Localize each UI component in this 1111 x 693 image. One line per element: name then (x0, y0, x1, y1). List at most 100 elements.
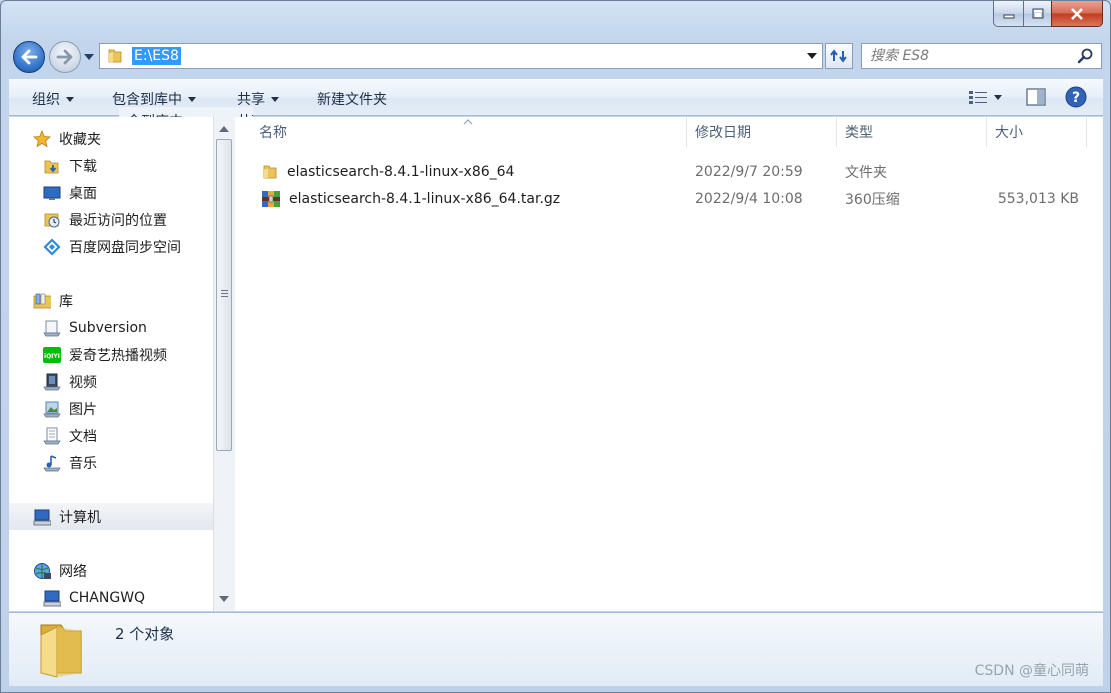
minimize-button[interactable] (993, 1, 1023, 27)
sidebar-item-label: 视频 (69, 374, 97, 391)
sidebar-item-baidu-sync[interactable]: 百度网盘同步空间 (9, 233, 213, 260)
forward-button[interactable] (49, 41, 81, 73)
file-list: 名称 修改日期 类型 大小 elasticsearch-8.4.1-linux-… (235, 117, 1103, 611)
file-date: 2022/9/7 20:59 (695, 163, 803, 180)
address-dropdown[interactable] (804, 48, 820, 64)
column-header-name[interactable]: 名称 (235, 117, 687, 147)
column-type-label: 类型 (845, 125, 873, 141)
archive-icon (262, 190, 280, 207)
file-name: elasticsearch-8.4.1-linux-x86_64.tar.gz (289, 190, 561, 207)
organize-menu[interactable]: 组织 (32, 89, 74, 109)
navigation-pane: 收藏夹 下载 桌面 最近访问的位置 百度网盘同步空间 库 Subversion … (9, 117, 213, 611)
sidebar-network[interactable]: 网络 (9, 557, 213, 584)
share-menu[interactable]: 共享 (237, 89, 279, 109)
table-row[interactable]: elasticsearch-8.4.1-linux-x86_64 2022/9/… (235, 158, 1103, 185)
sidebar-libraries[interactable]: 库 (9, 287, 213, 314)
sidebar-item-downloads[interactable]: 下载 (9, 152, 213, 179)
folder-icon (104, 45, 126, 67)
column-header-size[interactable]: 大小 (987, 117, 1087, 147)
chevron-down-icon (188, 96, 196, 102)
sidebar-item-computer[interactable]: 计算机 (9, 503, 213, 530)
sidebar-item-label: 计算机 (59, 509, 101, 526)
sidebar-item-label: Subversion (69, 319, 147, 336)
svg-text:?: ? (1072, 90, 1080, 106)
column-header-type[interactable]: 类型 (837, 117, 987, 147)
scroll-down-icon[interactable] (218, 593, 230, 605)
file-date: 2022/9/4 10:08 (695, 190, 803, 207)
refresh-icon (830, 49, 847, 63)
table-row[interactable]: elasticsearch-8.4.1-linux-x86_64.tar.gz … (235, 185, 1103, 212)
include-in-library-label: 包含到库中 (112, 92, 182, 108)
share-label: 共享 (237, 92, 265, 108)
libraries-label: 库 (59, 293, 73, 310)
close-icon (1071, 7, 1083, 20)
new-folder-label: 新建文件夹 (317, 92, 387, 108)
sidebar-item-iqiyi[interactable]: iQIYI 爱奇艺热播视频 (9, 341, 213, 368)
iqiyi-icon: iQIYI (43, 346, 61, 364)
folder-icon (263, 165, 277, 178)
organize-label: 组织 (32, 92, 60, 108)
star-icon (33, 129, 51, 148)
music-library-icon (43, 454, 61, 472)
close-button[interactable] (1051, 1, 1103, 27)
scroll-up-icon[interactable] (218, 123, 230, 135)
navigation-scrollbar[interactable] (213, 117, 235, 611)
back-button[interactable] (13, 41, 45, 73)
caption-buttons (993, 1, 1103, 27)
address-bar[interactable]: E:\ES8 (99, 43, 823, 69)
sidebar-item-changwq[interactable]: CHANGWQ (9, 584, 213, 611)
column-headers: 名称 修改日期 类型 大小 (235, 117, 1103, 147)
video-library-icon (43, 373, 61, 391)
sidebar-item-recent-places[interactable]: 最近访问的位置 (9, 206, 213, 233)
search-box (861, 43, 1102, 69)
sidebar-item-label: 文档 (69, 428, 97, 445)
file-type: 文件夹 (845, 164, 887, 181)
chevron-down-icon (807, 53, 817, 59)
change-view-button[interactable] (963, 86, 1007, 108)
maximize-button[interactable] (1023, 1, 1051, 27)
network-icon (33, 562, 51, 580)
chevron-down-icon (994, 94, 1002, 100)
downloads-folder-icon (43, 157, 61, 175)
file-name-cell: elasticsearch-8.4.1-linux-x86_64 (261, 163, 514, 181)
sidebar-item-subversion[interactable]: Subversion (9, 314, 213, 341)
help-button[interactable]: ? (1065, 86, 1087, 108)
folder-icon (40, 624, 82, 678)
file-size: 553,013 KB (997, 190, 1079, 207)
file-type: 360压缩 (845, 191, 900, 208)
refresh-button[interactable] (825, 43, 853, 69)
view-controls: ? (963, 86, 1087, 108)
new-folder-button[interactable]: 新建文件夹 (317, 89, 387, 109)
sidebar-item-label: 最近访问的位置 (69, 212, 167, 229)
preview-pane-button[interactable] (1025, 86, 1047, 108)
sidebar-item-videos[interactable]: 视频 (9, 368, 213, 395)
file-name: elasticsearch-8.4.1-linux-x86_64 (287, 163, 515, 180)
explorer-window: E:\ES8 组织 包含到库中 共享 新建文件夹 (0, 0, 1111, 693)
recent-places-icon (43, 211, 61, 229)
details-view-icon (969, 91, 987, 104)
preview-pane-icon (1026, 88, 1046, 106)
arrow-left-icon (21, 49, 38, 65)
svg-text:iQIYI: iQIYI (44, 353, 60, 360)
sidebar-item-desktop[interactable]: 桌面 (9, 179, 213, 206)
sidebar-item-label: 音乐 (69, 455, 97, 472)
maximize-icon (1032, 8, 1043, 19)
sidebar-favorites[interactable]: 收藏夹 (9, 125, 213, 152)
search-icon[interactable] (1077, 48, 1093, 64)
sidebar-item-documents[interactable]: 文档 (9, 422, 213, 449)
sort-ascending-icon (463, 119, 473, 125)
include-in-library-menu[interactable]: 包含到库中 (112, 89, 196, 109)
network-label: 网络 (59, 563, 87, 580)
scroll-thumb[interactable] (216, 139, 232, 451)
search-input[interactable] (862, 48, 1062, 64)
help-icon: ? (1065, 86, 1087, 108)
sidebar-item-music[interactable]: 音乐 (9, 449, 213, 476)
address-path[interactable]: E:\ES8 (132, 47, 181, 65)
recent-pages-dropdown[interactable] (83, 51, 95, 63)
favorites-label: 收藏夹 (59, 131, 101, 148)
column-header-date[interactable]: 修改日期 (687, 117, 837, 147)
picture-library-icon (43, 400, 61, 418)
sidebar-item-label: 下载 (69, 158, 97, 175)
grip-icon (221, 290, 228, 297)
sidebar-item-pictures[interactable]: 图片 (9, 395, 213, 422)
